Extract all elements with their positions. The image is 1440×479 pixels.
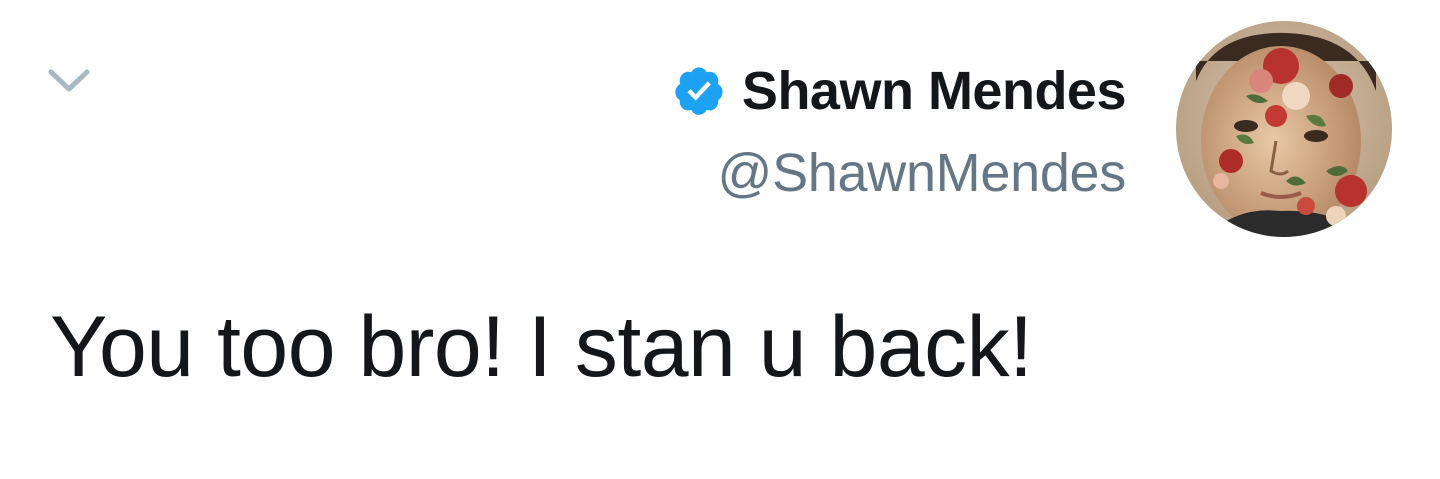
author-handle[interactable]: @ShawnMendes [672,142,1127,204]
author-name-row: Shawn Mendes [672,58,1127,124]
avatar-image [1176,21,1392,237]
verified-badge-icon [672,64,726,118]
tweet-options-button[interactable] [46,66,92,96]
avatar[interactable] [1176,21,1392,237]
tweet-author[interactable]: Shawn Mendes @ShawnMendes [672,58,1127,204]
tweet-text: You too bro! I stan u back! [50,299,1033,395]
chevron-down-icon [48,69,90,92]
author-display-name[interactable]: Shawn Mendes [742,60,1127,122]
